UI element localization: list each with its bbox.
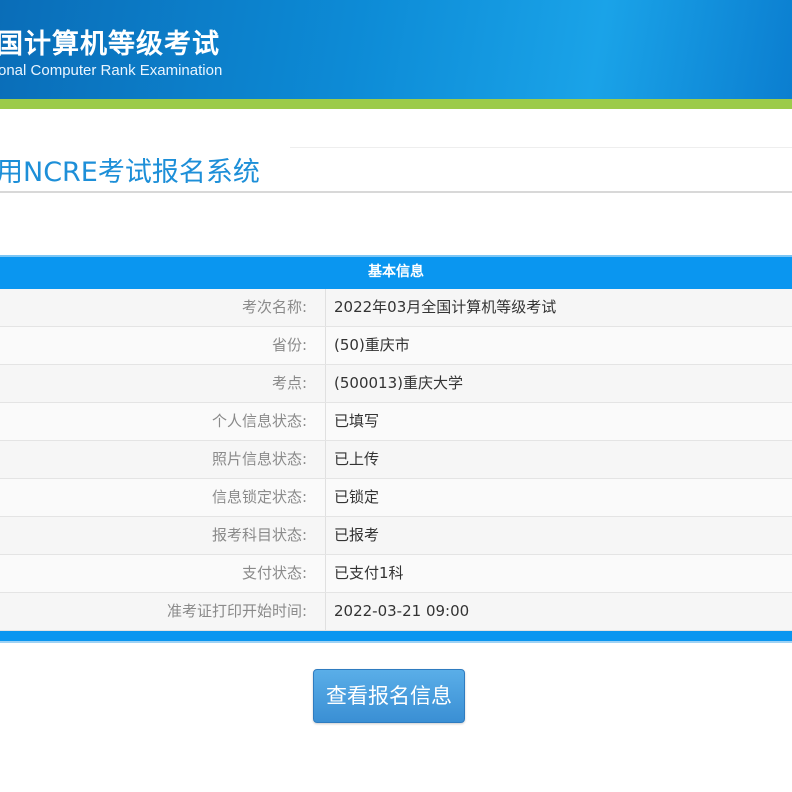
row-label: 准考证打印开始时间: [0, 593, 326, 630]
table-row: 支付状态: 已支付1科 [0, 555, 792, 593]
table-row: 个人信息状态: 已填写 [0, 403, 792, 441]
table-heading: 基本信息 [0, 255, 792, 289]
row-value: 2022-03-21 09:00 [334, 602, 470, 620]
row-label: 报考科目状态: [0, 517, 326, 554]
page-title: 用NCRE考试报名系统 [0, 157, 260, 188]
row-label: 考点: [0, 365, 326, 402]
table-row: 信息锁定状态: 已锁定 [0, 479, 792, 517]
row-value: 已锁定 [334, 488, 380, 506]
banner-divider [0, 99, 792, 109]
row-value: 已支付1科 [334, 564, 404, 582]
row-label: 照片信息状态: [0, 441, 326, 478]
table-row: 照片信息状态: 已上传 [0, 441, 792, 479]
banner-title-cn: 国计算机等级考试 [0, 29, 220, 60]
table-row: 报考科目状态: 已报考 [0, 517, 792, 555]
divider [0, 191, 792, 193]
row-value: 2022年03月全国计算机等级考试 [334, 298, 557, 316]
row-value: 已上传 [334, 450, 380, 468]
view-registration-button[interactable]: 查看报名信息 [313, 669, 465, 723]
table-footer [0, 631, 792, 643]
row-value: (500013)重庆大学 [334, 374, 463, 392]
row-label: 支付状态: [0, 555, 326, 592]
row-value: (50)重庆市 [334, 336, 410, 354]
table-row: 考点: (500013)重庆大学 [0, 365, 792, 403]
header-banner: 国计算机等级考试 onal Computer Rank Examination [0, 0, 792, 99]
banner-title-en: onal Computer Rank Examination [0, 62, 223, 79]
row-label: 个人信息状态: [0, 403, 326, 440]
row-value: 已填写 [334, 412, 380, 430]
table-row: 省份: (50)重庆市 [0, 327, 792, 365]
basic-info-table: 基本信息 考次名称: 2022年03月全国计算机等级考试 省份: (50)重庆市 考点:… [0, 255, 792, 643]
row-label: 信息锁定状态: [0, 479, 326, 516]
row-value: 已报考 [334, 526, 380, 544]
row-label: 省份: [0, 327, 326, 364]
table-row: 准考证打印开始时间: 2022-03-21 09:00 [0, 593, 792, 631]
table-row: 考次名称: 2022年03月全国计算机等级考试 [0, 289, 792, 327]
divider [290, 147, 792, 148]
row-label: 考次名称: [0, 289, 326, 326]
